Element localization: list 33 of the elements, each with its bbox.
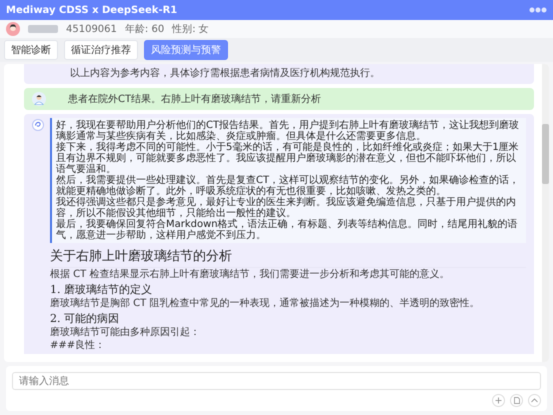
plus-icon — [495, 397, 502, 404]
chevron-up-icon — [531, 398, 538, 403]
document-icon — [514, 397, 520, 404]
add-button[interactable] — [492, 394, 505, 407]
assistant-logo-icon — [32, 119, 44, 131]
thinking-text: 然后，我需要提供一些处理建议。首先是复查CT，这样可以观察结节的变化。另外，如果确诊检查的话，就能更精确地做诊断了。此外，呼吸系统症状的有无也很重要，比如咳嗽、发热之类的。 — [56, 175, 520, 197]
section-heading: 关于右肺上叶磨玻璃结节的分析 — [50, 245, 526, 268]
window-controls-icon[interactable] — [529, 7, 547, 13]
paragraph-text: ###良性： — [50, 340, 106, 352]
paragraph-text: 根据 CT 检查结果显示右肺上叶有磨玻璃结节，我们需要进一步分析和考虑其可能的意义。 — [50, 269, 450, 281]
paragraph-text: 磨玻璃结节是胸部 CT 阻乳检查中常见的一种表现，通常被描述为一种模糊的、半透明的致密性。 — [50, 298, 480, 310]
thinking-text: 我还得强调这些都只是参考意见，最好让专业的医生来判断。我应该避免编造信息，只基于用户提供的内容，所以不能假设其他细节，只能给出一般性的建议。 — [56, 197, 517, 219]
patient-avatar-icon — [6, 22, 20, 36]
document-button[interactable] — [510, 394, 523, 407]
patient-id: 45109061 — [66, 24, 117, 34]
paragraph-text: 磨玻璃结节可能由多种原因引起： — [50, 327, 201, 339]
message-text: 患者在院外CT结果。右肺上叶有磨玻璃结节，请重新分析 — [68, 92, 322, 106]
subsection-heading: 2. 可能的病因 — [50, 311, 120, 326]
doctor-avatar-icon — [32, 92, 46, 106]
thinking-text: 最后，我要确保回复符合Markdown格式，语法正确，有标题、列表等结构信息。同时，结尾用礼貌的语气，愿意进一步帮助，这样用户感觉不到压力。 — [56, 219, 519, 241]
tab[interactable]: 智能诊断 — [4, 40, 58, 60]
subsection-heading: 1. 磨玻璃结节的定义 — [50, 282, 153, 297]
message-input-field[interactable]: 请输入消息 — [12, 372, 541, 390]
collapse-button[interactable] — [528, 394, 541, 407]
tab[interactable]: 循证治疗推荐 — [64, 40, 138, 60]
patient-sex: 性别: 女 — [172, 22, 209, 36]
thinking-text: 接下来，我得考虑不同的可能性。小于5毫米的话，有可能是良性的，比如纤维化或炎症；如果大于1厘米且有边界不规则，可能就要多虑恶性了。我应该提醒用户磨玻璃影的潜在意义，但也不能吓坏他们，所以语气要温和。 — [56, 142, 520, 175]
message-text: 以上内容为参考内容，具体诊疗需根据患者病情及医疗机构规范执行。 — [70, 68, 380, 79]
window-title: Mediway CDSS x DeepSeek-R1 — [6, 4, 178, 16]
thinking-text: 好，我现在要帮助用户分析他们的CT报告结果。首先，用户提到右肺上叶有磨玻璃结节，这让我想到磨玻璃影通常与某些疾病有关，比如感染、炎症或肿瘤。但具体是什么还需要更多信息。 — [56, 120, 520, 142]
scrollbar[interactable] — [542, 64, 549, 362]
patient-age: 年龄: 60 — [124, 22, 164, 36]
redacted-name — [28, 25, 58, 33]
